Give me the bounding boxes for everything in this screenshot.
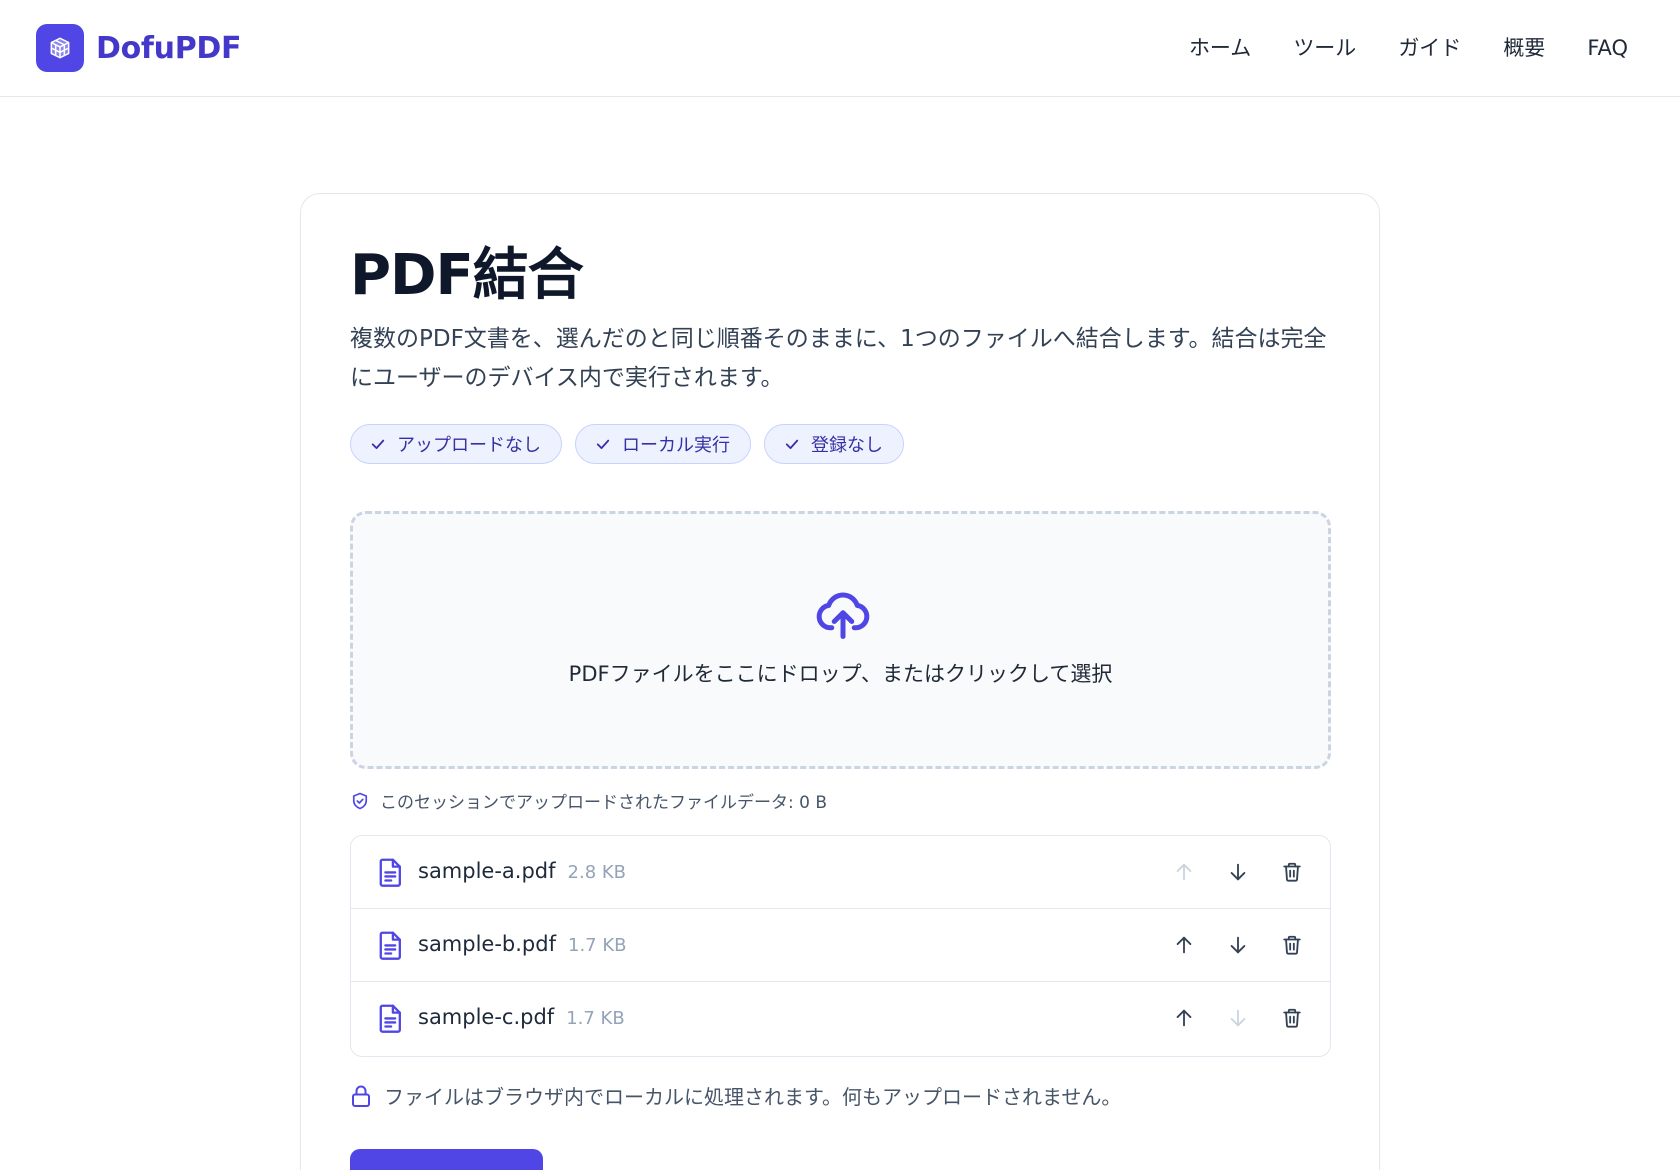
file-size: 1.7 KB [568, 935, 627, 956]
main-nav: ホーム ツール ガイド 概要 FAQ [1147, 30, 1628, 66]
remove-file-button[interactable] [1274, 1000, 1310, 1036]
badge-label: ローカル実行 [622, 435, 730, 456]
move-up-button[interactable] [1166, 854, 1202, 890]
remove-file-button[interactable] [1274, 927, 1310, 963]
badge-no-signup: 登録なし [764, 424, 904, 464]
arrow-down-icon [1230, 936, 1246, 954]
trash-icon [1283, 935, 1301, 955]
tool-description: 複数のPDF文書を、選んだのと同じ順番そのままに、1つのファイルへ結合します。結… [350, 326, 1327, 391]
local-processing-note: ファイルはブラウザ内でローカルに処理されます。何もアップロードされません。 [350, 1081, 1121, 1110]
trash-icon [1283, 862, 1301, 882]
badge-label: アップロードなし [397, 435, 541, 456]
move-down-button[interactable] [1220, 854, 1256, 890]
check-icon [371, 439, 385, 450]
brand-link[interactable]: DofuPDF [36, 24, 242, 72]
dropzone-text: PDFファイルをここにドロップ、またはクリックして選択 [568, 662, 1113, 686]
arrow-up-icon [1176, 936, 1192, 954]
shield-check-icon [352, 792, 368, 809]
arrow-down-icon [1230, 863, 1246, 881]
file-actions [1148, 854, 1310, 890]
cube-icon [36, 24, 84, 72]
move-up-button[interactable] [1166, 927, 1202, 963]
file-size: 2.8 KB [567, 862, 627, 883]
file-text-icon [379, 1004, 401, 1033]
file-name: sample-a.pdf 2.8 KB [418, 859, 626, 883]
file-row: sample-a.pdf 2.8 KB [351, 836, 1330, 909]
trash-icon [1283, 1008, 1301, 1028]
nav-faq[interactable]: FAQ [1587, 30, 1628, 66]
file-size: 1.7 KB [566, 1008, 625, 1029]
file-name: sample-c.pdf 1.7 KB [418, 1005, 625, 1029]
file-name-text: sample-c.pdf [418, 1005, 555, 1029]
cloud-upload-icon [816, 592, 870, 639]
brand-name: DofuPDF [96, 30, 242, 66]
nav-tools[interactable]: ツール [1293, 30, 1356, 66]
move-down-button[interactable] [1220, 1000, 1256, 1036]
remove-file-button[interactable] [1274, 854, 1310, 890]
file-text-icon [379, 931, 401, 960]
arrow-up-icon [1176, 863, 1192, 881]
file-name-text: sample-a.pdf [418, 859, 556, 883]
merge-tool-card: PDF結合 複数のPDF文書を、選んだのと同じ順番そのままに、1つのファイルへ結… [300, 193, 1380, 1170]
feature-badges: アップロードなし ローカル実行 登録なし [350, 424, 917, 464]
nav-home[interactable]: ホーム [1189, 30, 1251, 66]
site-header: DofuPDF ホーム ツール ガイド 概要 FAQ [0, 0, 1680, 97]
file-list: sample-a.pdf 2.8 KB sample-b.pdf 1.7 KB … [350, 835, 1331, 1057]
nav-guide[interactable]: ガイド [1398, 30, 1461, 66]
badge-no-upload: アップロードなし [350, 424, 562, 464]
check-icon [785, 439, 799, 450]
pdf-dropzone[interactable]: PDFファイルをここにドロップ、またはクリックして選択 [350, 511, 1331, 769]
move-up-button[interactable] [1166, 1000, 1202, 1036]
lock-icon [352, 1085, 370, 1107]
page-title: PDF結合 [350, 243, 584, 308]
file-name: sample-b.pdf 1.7 KB [418, 932, 627, 956]
move-down-button[interactable] [1220, 927, 1256, 963]
file-actions [1148, 1000, 1310, 1036]
badge-label: 登録なし [811, 435, 883, 456]
local-note-text: ファイルはブラウザ内でローカルに処理されます。何もアップロードされません。 [384, 1085, 1122, 1109]
arrow-up-icon [1176, 1009, 1192, 1027]
badge-local-run: ローカル実行 [575, 424, 751, 464]
session-note-text: このセッションでアップロードされたファイルデータ: 0 B [380, 793, 828, 813]
file-name-text: sample-b.pdf [418, 932, 556, 956]
session-upload-note: このセッションでアップロードされたファイルデータ: 0 B [350, 788, 827, 813]
arrow-down-icon [1230, 1009, 1246, 1027]
file-row: sample-c.pdf 1.7 KB [351, 982, 1330, 1055]
nav-about[interactable]: 概要 [1503, 30, 1545, 66]
file-text-icon [379, 858, 401, 887]
check-icon [596, 439, 610, 450]
merge-button[interactable] [350, 1149, 543, 1170]
file-actions [1148, 927, 1310, 963]
file-row: sample-b.pdf 1.7 KB [351, 909, 1330, 982]
